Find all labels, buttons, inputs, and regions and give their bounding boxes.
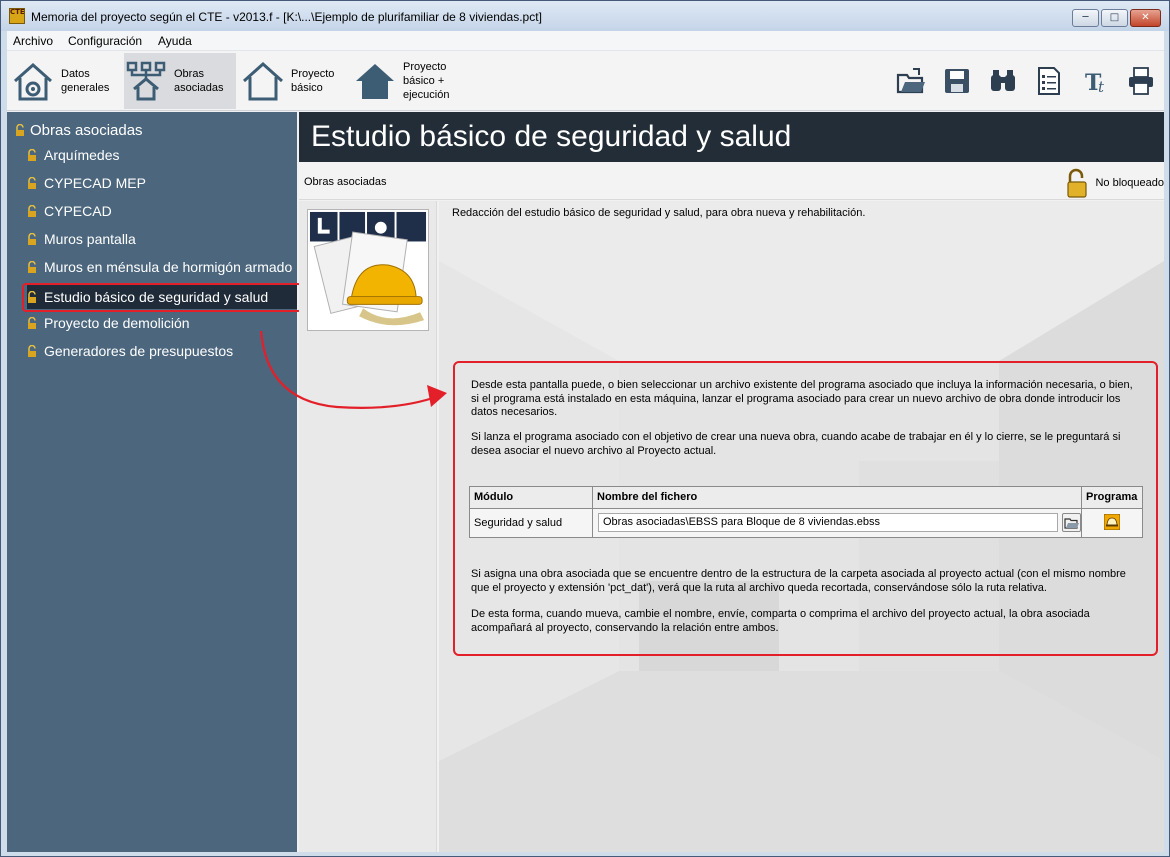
sidebar-item-label: CYPECAD <box>44 203 112 219</box>
toolbar-label: Proyecto básico <box>291 68 335 94</box>
toolbar-label: Obras asociadas <box>174 68 224 94</box>
toolbar-proyecto-basico-button[interactable]: Proyecto básico <box>241 53 351 109</box>
sub-bar: Obras asociadas No bloqueado <box>299 162 1164 200</box>
sidebar-item-generadores-presupuestos[interactable]: Generadores de presupuestos <box>27 339 297 363</box>
menu-ayuda[interactable]: Ayuda <box>158 34 192 48</box>
sidebar-item-label: Muros en ménsula de hormigón armado <box>44 259 293 275</box>
print-icon[interactable] <box>1125 65 1157 97</box>
maximize-button[interactable]: □ <box>1101 9 1128 27</box>
padlock-open-icon <box>28 149 36 161</box>
toolbar-label: Datos generales <box>61 68 110 94</box>
sidebar-item-label: Proyecto de demolición <box>44 315 190 331</box>
info-paragraph-2: Si lanza el programa asociado con el obj… <box>471 431 1121 457</box>
info-paragraph-1: Desde esta pantalla puede, o bien selecc… <box>471 379 1133 418</box>
hierarchy-house-icon <box>126 61 166 101</box>
selection-highlight <box>22 283 302 312</box>
padlock-open-icon <box>16 124 24 136</box>
page-description: Redacción del estudio básico de segurida… <box>452 207 866 219</box>
toolbar: Datos generales Obras asociadas Proyecto… <box>7 51 1164 111</box>
app-window: CTE Memoria del proyecto según el CTE - … <box>0 0 1170 857</box>
sidebar-item-muros-pantalla[interactable]: Muros pantalla <box>27 227 297 251</box>
associated-file-table: Módulo Nombre del fichero Programa Segur… <box>469 486 1143 538</box>
sidebar-item-label: CYPECAD MEP <box>44 175 146 191</box>
padlock-open-icon <box>28 205 36 217</box>
text-format-icon[interactable]: T t <box>1081 65 1113 97</box>
sidebar-item-arquimedes[interactable]: Arquímedes <box>27 143 297 167</box>
sidebar-item-proyecto-demolicion[interactable]: Proyecto de demolición <box>27 311 297 335</box>
sidebar-item-cypecad-mep[interactable]: CYPECAD MEP <box>27 171 297 195</box>
breadcrumb: Obras asociadas <box>304 176 387 188</box>
house-filled-icon <box>356 64 394 99</box>
toolbar-label: Proyecto básico + ejecución <box>403 61 450 101</box>
padlock-open-icon <box>28 233 36 245</box>
info-paragraph-4: De esta forma, cuando mueva, cambie el n… <box>471 608 1090 634</box>
title-bar[interactable]: CTE Memoria del proyecto según el CTE - … <box>1 1 1169 31</box>
padlock-open-icon <box>28 317 36 329</box>
menu-configuracion[interactable]: Configuración <box>68 34 142 48</box>
padlock-open-icon <box>28 345 36 357</box>
sidebar-root-obras-asociadas[interactable]: Obras asociadas <box>15 120 143 140</box>
browse-file-button[interactable] <box>1062 513 1081 532</box>
open-folder-icon[interactable] <box>895 65 927 97</box>
house-outline-icon <box>242 61 284 101</box>
sidebar-root-label: Obras asociadas <box>30 121 143 139</box>
info-box: Desde esta pantalla puede, o bien selecc… <box>453 361 1158 656</box>
window-title: Memoria del proyecto según el CTE - v201… <box>31 10 542 24</box>
client-area: Archivo Configuración Ayuda Datos genera… <box>7 31 1164 852</box>
safety-equipment-image <box>307 209 429 331</box>
page-title: Estudio básico de seguridad y salud <box>311 120 792 153</box>
padlock-open-icon <box>1067 168 1088 198</box>
col-header-modulo: Módulo <box>470 487 593 509</box>
sidebar-item-muros-mensula[interactable]: Muros en ménsula de hormigón armado <box>27 255 297 279</box>
toolbar-datos-generales-button[interactable]: Datos generales <box>11 53 121 109</box>
close-button[interactable]: ✕ <box>1130 9 1161 27</box>
col-header-programa: Programa <box>1082 487 1142 509</box>
app-icon: CTE <box>9 8 25 24</box>
sidebar-item-label: Generadores de presupuestos <box>44 343 234 359</box>
sidebar-item-label: Muros pantalla <box>44 231 136 247</box>
sidebar-item-label: Arquímedes <box>44 147 120 163</box>
lock-status-toggle[interactable]: No bloqueado <box>1065 168 1164 198</box>
col-header-nombre-fichero: Nombre del fichero <box>593 487 1082 509</box>
cell-modulo: Seguridad y salud <box>470 509 593 537</box>
sidebar-item-cypecad[interactable]: CYPECAD <box>27 199 297 223</box>
house-gear-icon <box>14 62 52 101</box>
minimize-button[interactable]: ─ <box>1072 9 1099 27</box>
padlock-open-icon <box>28 177 36 189</box>
main-panel: Estudio básico de seguridad y salud Obra… <box>299 112 1164 852</box>
launch-program-helmet-icon[interactable] <box>1104 514 1120 530</box>
lock-status-label: No bloqueado <box>1095 177 1164 189</box>
page-header: Estudio básico de seguridad y salud <box>299 112 1164 162</box>
padlock-open-icon <box>28 261 36 273</box>
svg-text:t: t <box>1098 78 1105 96</box>
menu-bar: Archivo Configuración Ayuda <box>7 31 1164 51</box>
toolbar-proyecto-ejecucion-button[interactable]: Proyecto básico + ejecución <box>353 53 473 109</box>
checklist-icon[interactable] <box>1033 65 1065 97</box>
save-icon[interactable] <box>941 65 973 97</box>
sidebar: Obras asociadas Arquímedes CYPECAD MEP C… <box>7 112 302 852</box>
info-paragraph-3: Si asigna una obra asociada que se encue… <box>471 568 1126 594</box>
file-path-input[interactable]: Obras asociadas\EBSS para Bloque de 8 vi… <box>598 513 1058 532</box>
image-column <box>299 201 437 852</box>
menu-archivo[interactable]: Archivo <box>13 34 53 48</box>
toolbar-obras-asociadas-button[interactable]: Obras asociadas <box>124 53 236 109</box>
binoculars-icon[interactable] <box>987 65 1019 97</box>
open-folder-icon <box>1064 518 1079 529</box>
